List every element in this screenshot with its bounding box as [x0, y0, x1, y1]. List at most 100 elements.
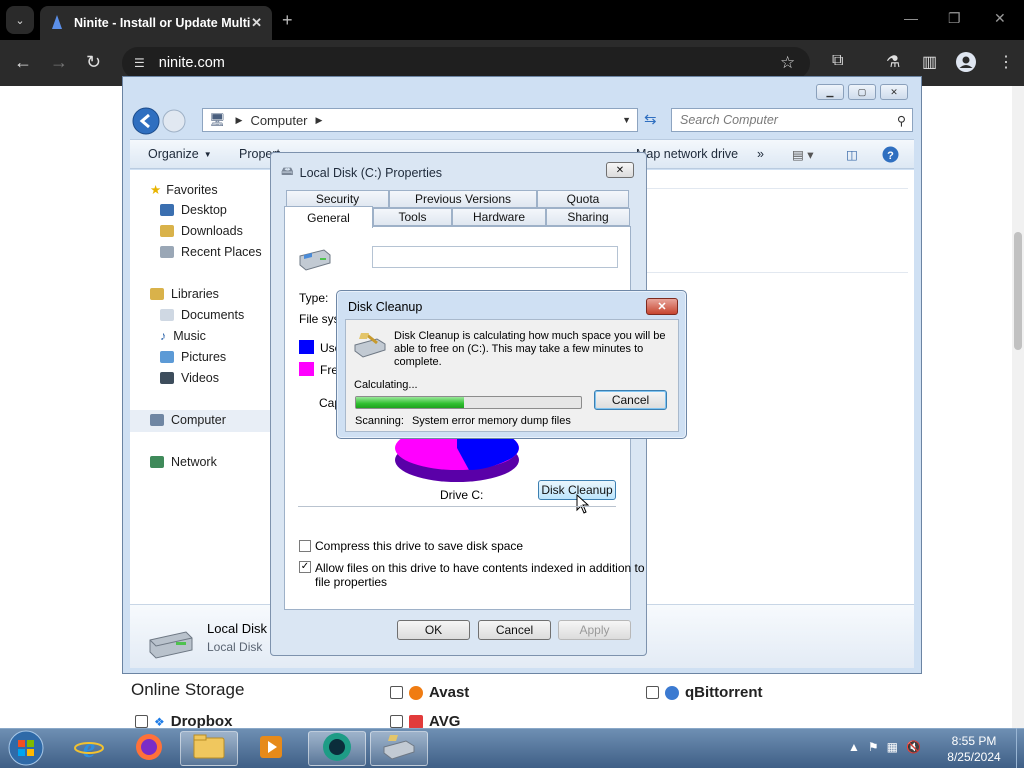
minimize-icon[interactable]: ▁ [816, 84, 844, 100]
browser-tab[interactable]: Ninite - Install or Update Multi ✕ [40, 6, 272, 40]
system-tray: ▲ ⚑ ▦ 🔇 [848, 740, 921, 754]
minimize-icon[interactable]: — [904, 10, 918, 26]
taskbar-firefox[interactable] [120, 731, 178, 766]
divider [647, 188, 908, 189]
apply-button[interactable]: Apply [558, 620, 631, 640]
nav-item-documents[interactable]: Documents [160, 308, 244, 322]
show-hidden-icons-icon[interactable]: ▲ [848, 740, 860, 754]
checkbox-checked[interactable]: ✓ [299, 561, 311, 573]
organize-label: Organize [148, 147, 199, 161]
view-options-icon[interactable]: ▤ ▾ [792, 147, 814, 162]
nav-item-computer[interactable]: Computer [150, 413, 226, 427]
nav-item-videos[interactable]: Videos [160, 371, 219, 385]
explorer-forward-icon[interactable] [162, 109, 186, 136]
close-icon[interactable]: ✕ [646, 298, 678, 315]
checkbox[interactable] [646, 686, 659, 699]
explorer-back-icon[interactable] [132, 107, 160, 138]
checkbox[interactable] [299, 540, 311, 552]
forward-icon[interactable]: → [50, 52, 68, 73]
taskbar-disk-cleanup[interactable] [370, 731, 428, 766]
close-icon[interactable]: ✕ [606, 162, 634, 178]
maximize-icon[interactable]: ▢ [848, 84, 876, 100]
nav-item-desktop[interactable]: Desktop [160, 203, 227, 217]
volume-muted-icon[interactable]: 🔇 [906, 740, 921, 754]
show-desktop-button[interactable] [1016, 728, 1024, 768]
action-center-flag-icon[interactable]: ⚑ [868, 740, 879, 754]
compress-checkbox[interactable]: Compress this drive to save disk space [299, 539, 523, 553]
checkbox-label: Allow files on this drive to have conten… [315, 561, 645, 589]
nav-label: Recent Places [181, 245, 262, 259]
tab-previous-versions[interactable]: Previous Versions [389, 190, 537, 208]
map-network-drive-button[interactable]: Map network drive [636, 147, 738, 161]
nav-item-favorites[interactable]: ★ Favorites [150, 182, 218, 197]
svg-text:e: e [83, 733, 95, 761]
checkbox[interactable] [135, 715, 148, 728]
new-tab-button[interactable]: + [282, 10, 293, 31]
ok-button[interactable]: OK [397, 620, 470, 640]
divider [298, 506, 616, 507]
dropdown-arrow-icon[interactable]: ▼ [622, 115, 631, 125]
computer-icon: 🖥 [209, 112, 226, 127]
app-option-avast[interactable]: Avast [390, 684, 469, 701]
type-label: Type: [299, 291, 329, 305]
explorer-address-bar[interactable]: 🖥 ▶ Computer ▶ ▼ [202, 108, 638, 132]
network-icon[interactable]: ▦ [887, 740, 898, 754]
labs-flask-icon[interactable]: ⚗ [886, 52, 900, 72]
start-button[interactable] [6, 729, 46, 768]
checkbox[interactable] [390, 686, 403, 699]
back-icon[interactable]: ← [14, 52, 32, 73]
site-info-icon[interactable]: ☰ [134, 56, 145, 70]
clock[interactable]: 8:55 PM 8/25/2024 [936, 733, 1012, 765]
details-name: Local Disk [207, 621, 267, 636]
tab-quota[interactable]: Quota [537, 190, 629, 208]
disk-cleanup-message: Disk Cleanup is calculating how much spa… [394, 330, 665, 369]
restore-icon[interactable]: ❐ [948, 10, 961, 27]
close-icon[interactable]: ✕ [251, 15, 262, 31]
scrollbar-thumb[interactable] [1014, 232, 1022, 350]
tab-general[interactable]: General [284, 206, 373, 228]
tab-hardware[interactable]: Hardware [452, 208, 546, 226]
chrome-menu-icon[interactable]: ⋮ [998, 52, 1014, 72]
organize-button[interactable]: Organize ▼ [148, 147, 212, 161]
tab-title: Ninite - Install or Update Multi [74, 16, 251, 30]
refresh-icon[interactable]: ⇆ [644, 110, 657, 128]
dropbox-icon: ❖ [154, 714, 165, 729]
cancel-button[interactable]: Cancel [594, 390, 667, 410]
taskbar-chrome[interactable] [308, 731, 366, 766]
tab-search-button[interactable]: ⌄ [6, 6, 34, 34]
search-input[interactable]: Search Computer ⚲ [671, 108, 913, 132]
close-icon[interactable]: ✕ [880, 84, 908, 100]
tab-sharing[interactable]: Sharing [546, 208, 630, 226]
chevron-right-icon: ▶ [315, 114, 323, 125]
nav-item-pictures[interactable]: Pictures [160, 350, 226, 364]
nav-item-downloads[interactable]: Downloads [160, 224, 243, 238]
address-bar[interactable]: ☰ ninite.com [122, 47, 810, 79]
search-icon: ⚲ [896, 113, 906, 128]
nav-item-music[interactable]: ♪ Music [160, 329, 206, 343]
scanning-label: Scanning: [355, 415, 404, 427]
checkbox[interactable] [390, 715, 403, 728]
taskbar-explorer[interactable] [180, 731, 238, 766]
volume-label-input[interactable] [372, 246, 618, 268]
tab-tools[interactable]: Tools [373, 208, 452, 226]
page-scrollbar[interactable] [1012, 86, 1024, 728]
nav-label: Documents [181, 308, 245, 322]
extensions-icon[interactable]: ⧉ [832, 52, 843, 70]
reload-icon[interactable]: ↻ [86, 52, 101, 73]
close-window-icon[interactable]: ✕ [994, 10, 1006, 27]
profile-avatar-icon[interactable] [956, 52, 976, 77]
app-option-qbittorrent[interactable]: qBittorrent [646, 684, 763, 701]
bookmark-star-icon[interactable]: ☆ [780, 53, 795, 73]
nav-item-network[interactable]: Network [150, 455, 217, 469]
taskbar-ie[interactable]: e [60, 731, 118, 766]
nav-item-libraries[interactable]: Libraries [150, 287, 219, 301]
index-checkbox[interactable]: ✓ Allow files on this drive to have cont… [299, 561, 645, 589]
preview-pane-icon[interactable]: ◫ [846, 147, 858, 162]
side-panel-icon[interactable]: ▥ [922, 52, 937, 72]
more-commands-button[interactable]: » [757, 147, 764, 161]
desktop-icon [160, 204, 174, 216]
nav-item-recent-places[interactable]: Recent Places [160, 245, 262, 259]
help-icon[interactable]: ? [882, 146, 899, 166]
taskbar-media-player[interactable] [242, 731, 300, 766]
cancel-button[interactable]: Cancel [478, 620, 551, 640]
